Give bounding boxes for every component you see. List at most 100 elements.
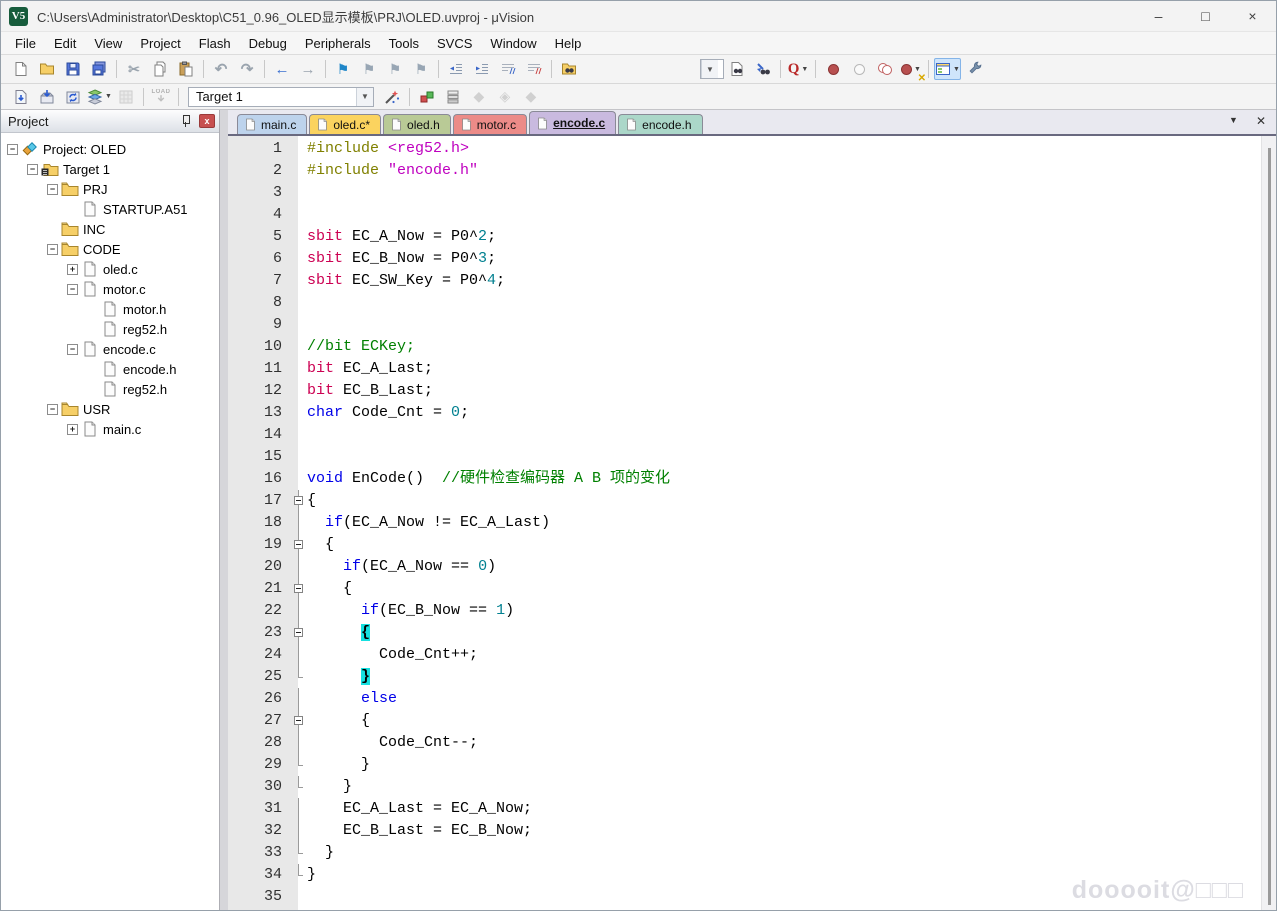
line-number[interactable]: 9 — [228, 314, 290, 336]
bookmark-clear-button[interactable]: ⚑ — [409, 58, 433, 80]
pack-installer-icon[interactable]: ◆ — [467, 86, 491, 108]
line-number[interactable]: 28 — [228, 732, 290, 754]
code-text[interactable]: else — [307, 688, 1261, 710]
tree-item-encode-c[interactable]: −encode.c — [1, 339, 219, 359]
code-text[interactable]: sbit EC_B_Now = P0^3; — [307, 248, 1261, 270]
fold-collapse-icon[interactable] — [290, 578, 307, 600]
tree-item-reg52-h[interactable]: reg52.h — [1, 319, 219, 339]
tree-expander-minus-icon[interactable]: − — [47, 404, 58, 415]
code-line[interactable]: 2 #include "encode.h" — [228, 160, 1261, 182]
tree-expander-minus-icon[interactable]: − — [67, 284, 78, 295]
tab-encode.h[interactable]: encode.h — [618, 114, 702, 134]
breakpoint-insert-button[interactable] — [821, 58, 845, 80]
tree-item-usr[interactable]: −USR — [1, 399, 219, 419]
code-text[interactable]: { — [307, 578, 1261, 600]
code-text[interactable]: } — [307, 864, 1261, 886]
code-text[interactable]: bit EC_A_Last; — [307, 358, 1261, 380]
line-number[interactable]: 30 — [228, 776, 290, 798]
undo-button[interactable]: ↶ — [209, 58, 233, 80]
menu-item-file[interactable]: File — [6, 36, 45, 51]
code-text[interactable]: { — [307, 534, 1261, 556]
code-line[interactable]: 18 if(EC_A_Now != EC_A_Last) — [228, 512, 1261, 534]
options-for-target-button[interactable] — [380, 86, 404, 108]
uncomment-button[interactable] — [522, 58, 546, 80]
code-text[interactable]: EC_A_Last = EC_A_Now; — [307, 798, 1261, 820]
tree-item-project-oled[interactable]: −Project: OLED — [1, 139, 219, 159]
line-number[interactable]: 14 — [228, 424, 290, 446]
line-number[interactable]: 31 — [228, 798, 290, 820]
tab-main.c[interactable]: main.c — [237, 114, 307, 134]
code-text[interactable]: #include <reg52.h> — [307, 138, 1261, 160]
tree-item-motor-h[interactable]: motor.h — [1, 299, 219, 319]
tree-item-code[interactable]: −CODE — [1, 239, 219, 259]
code-text[interactable]: //bit ECKey; — [307, 336, 1261, 358]
project-panel-close-icon[interactable]: x — [199, 114, 215, 128]
code-line[interactable]: 11bit EC_A_Last; — [228, 358, 1261, 380]
tree-expander-minus-icon[interactable]: − — [47, 184, 58, 195]
code-text[interactable] — [307, 446, 1261, 468]
new-file-button[interactable] — [9, 58, 33, 80]
save-button[interactable] — [61, 58, 85, 80]
menu-item-flash[interactable]: Flash — [190, 36, 240, 51]
code-line[interactable]: 17{ — [228, 490, 1261, 512]
code-line[interactable]: 29 } — [228, 754, 1261, 776]
panel-splitter[interactable] — [220, 110, 228, 911]
code-text[interactable]: EC_B_Last = EC_B_Now; — [307, 820, 1261, 842]
code-line[interactable]: 16void EnCode() //硬件检查编码器 A B 项的变化 — [228, 468, 1261, 490]
tree-item-encode-h[interactable]: encode.h — [1, 359, 219, 379]
menu-item-project[interactable]: Project — [131, 36, 189, 51]
incremental-find-button[interactable] — [751, 58, 775, 80]
menu-item-view[interactable]: View — [85, 36, 131, 51]
code-line[interactable]: 19 { — [228, 534, 1261, 556]
line-number[interactable]: 34 — [228, 864, 290, 886]
save-all-button[interactable] — [87, 58, 111, 80]
code-text[interactable]: char Code_Cnt = 0; — [307, 402, 1261, 424]
code-line[interactable]: 5sbit EC_A_Now = P0^2; — [228, 226, 1261, 248]
line-number[interactable]: 19 — [228, 534, 290, 556]
fold-collapse-icon[interactable] — [290, 622, 307, 644]
line-number[interactable]: 22 — [228, 600, 290, 622]
code-text[interactable]: if(EC_A_Now == 0) — [307, 556, 1261, 578]
code-text[interactable]: sbit EC_SW_Key = P0^4; — [307, 270, 1261, 292]
redo-button[interactable]: ↷ — [235, 58, 259, 80]
line-number[interactable]: 2 — [228, 160, 290, 182]
build-button[interactable] — [35, 86, 59, 108]
line-number[interactable]: 5 — [228, 226, 290, 248]
code-text[interactable]: } — [307, 754, 1261, 776]
tree-expander-minus-icon[interactable]: − — [27, 164, 38, 175]
pack-filter-icon[interactable]: ◈ — [493, 86, 517, 108]
code-text[interactable]: { — [307, 710, 1261, 732]
tab-list-dropdown-icon[interactable]: ▼ — [1229, 115, 1238, 127]
code-line[interactable]: 28 Code_Cnt--; — [228, 732, 1261, 754]
code-line[interactable]: 25 } — [228, 666, 1261, 688]
code-line[interactable]: 15 — [228, 446, 1261, 468]
line-number[interactable]: 6 — [228, 248, 290, 270]
code-text[interactable] — [307, 182, 1261, 204]
code-text[interactable]: #include "encode.h" — [307, 160, 1261, 182]
tree-expander-minus-icon[interactable]: − — [7, 144, 18, 155]
code-line[interactable]: 12bit EC_B_Last; — [228, 380, 1261, 402]
code-line[interactable]: 30 } — [228, 776, 1261, 798]
code-line[interactable]: 31 EC_A_Last = EC_A_Now; — [228, 798, 1261, 820]
line-number[interactable]: 8 — [228, 292, 290, 314]
line-number[interactable]: 16 — [228, 468, 290, 490]
bookmark-prev-button[interactable]: ⚑ — [357, 58, 381, 80]
code-editor[interactable]: 1#include <reg52.h>2#include "encode.h"3… — [228, 136, 1261, 911]
code-text[interactable]: } — [307, 666, 1261, 688]
line-number[interactable]: 32 — [228, 820, 290, 842]
menu-item-help[interactable]: Help — [546, 36, 591, 51]
code-text[interactable] — [307, 886, 1261, 908]
line-number[interactable]: 10 — [228, 336, 290, 358]
pack-update-icon[interactable]: ◆ — [519, 86, 543, 108]
tree-item-oled-c[interactable]: +oled.c — [1, 259, 219, 279]
file-extensions-button[interactable] — [441, 86, 465, 108]
menu-item-window[interactable]: Window — [481, 36, 545, 51]
code-text[interactable] — [307, 314, 1261, 336]
code-text[interactable]: if(EC_B_Now == 1) — [307, 600, 1261, 622]
fold-collapse-icon[interactable] — [290, 710, 307, 732]
line-number[interactable]: 7 — [228, 270, 290, 292]
tree-item-reg52-h[interactable]: reg52.h — [1, 379, 219, 399]
tree-item-startup-a51[interactable]: STARTUP.A51 — [1, 199, 219, 219]
code-line[interactable]: 32 EC_B_Last = EC_B_Now; — [228, 820, 1261, 842]
maximize-button[interactable]: □ — [1182, 1, 1229, 31]
